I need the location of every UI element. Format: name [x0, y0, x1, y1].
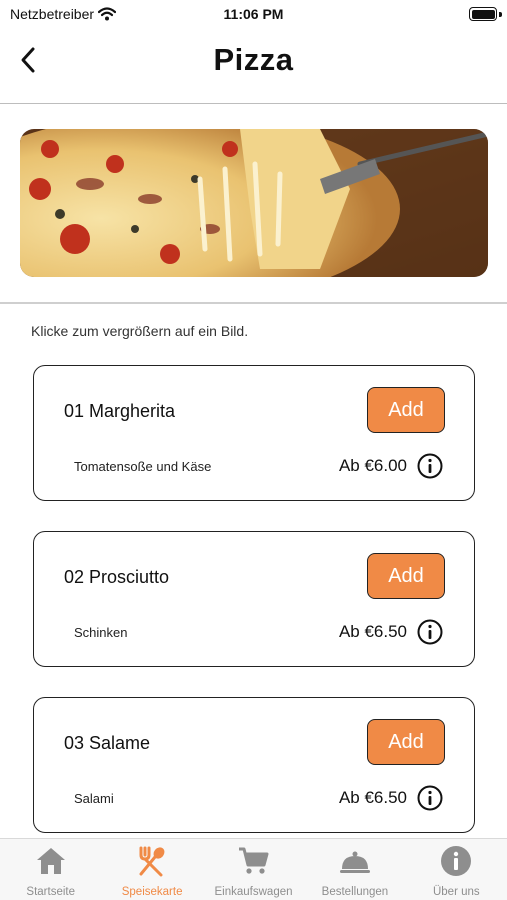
battery-cap	[499, 12, 502, 17]
tab-startseite[interactable]: Startseite	[0, 839, 101, 900]
section-divider	[0, 302, 507, 304]
status-bar: Netzbetreiber 11:06 PM	[0, 0, 507, 30]
page-title: Pizza	[213, 42, 294, 77]
item-price: Ab €6.50	[338, 622, 407, 641]
cart-icon	[238, 847, 269, 874]
pizza-hero-image[interactable]	[20, 129, 488, 277]
home-icon	[36, 848, 65, 874]
tab-speisekarte[interactable]: Speisekarte	[101, 839, 202, 900]
add-button[interactable]: Add	[367, 719, 445, 765]
tab-label: Speisekarte	[121, 886, 183, 898]
menu-item-card[interactable]: 03 Salame Add Salami Ab €6.50	[33, 697, 475, 833]
info-icon[interactable]	[417, 785, 443, 811]
item-description: Tomatensoße und Käse	[74, 459, 212, 474]
hint-text: Klicke zum vergrößern auf ein Bild.	[31, 323, 249, 339]
nav-bar: Pizza	[0, 30, 507, 104]
tab-bar: Startseite Speisekarte Einkaufswagen Bes…	[0, 838, 507, 900]
tab-bestellungen[interactable]: Bestellungen	[304, 839, 405, 900]
item-price: Ab €6.50	[338, 788, 407, 807]
status-time: 11:06 PM	[223, 6, 284, 22]
add-button[interactable]: Add	[367, 387, 445, 433]
tab-label: Bestellungen	[321, 886, 389, 898]
item-name: 01 Margherita	[64, 401, 176, 421]
menu-item-card[interactable]: 02 Prosciutto Add Schinken Ab €6.50	[33, 531, 475, 667]
item-name: 02 Prosciutto	[64, 567, 170, 587]
tab-label: Über uns	[432, 886, 480, 898]
menu-item-card[interactable]: 01 Margherita Add Tomatensoße und Käse A…	[33, 365, 475, 501]
battery-fill	[471, 9, 495, 19]
pizza-photo	[20, 129, 488, 277]
info-icon[interactable]	[417, 619, 443, 645]
info-icon	[441, 846, 472, 876]
item-name: 03 Salame	[64, 733, 151, 753]
fork-spoon-icon	[139, 846, 165, 877]
item-price: Ab €6.00	[338, 456, 407, 475]
tab-ueber-uns[interactable]: Über uns	[406, 839, 507, 900]
info-icon[interactable]	[417, 453, 443, 479]
tab-label: Einkaufswagen	[214, 886, 293, 898]
item-description: Salami	[74, 791, 114, 806]
battery-icon	[469, 7, 497, 21]
cloche-icon	[339, 851, 370, 873]
add-button[interactable]: Add	[367, 553, 445, 599]
tab-label: Startseite	[26, 886, 75, 898]
item-description: Schinken	[74, 625, 128, 640]
tab-einkaufswagen[interactable]: Einkaufswagen	[203, 839, 304, 900]
